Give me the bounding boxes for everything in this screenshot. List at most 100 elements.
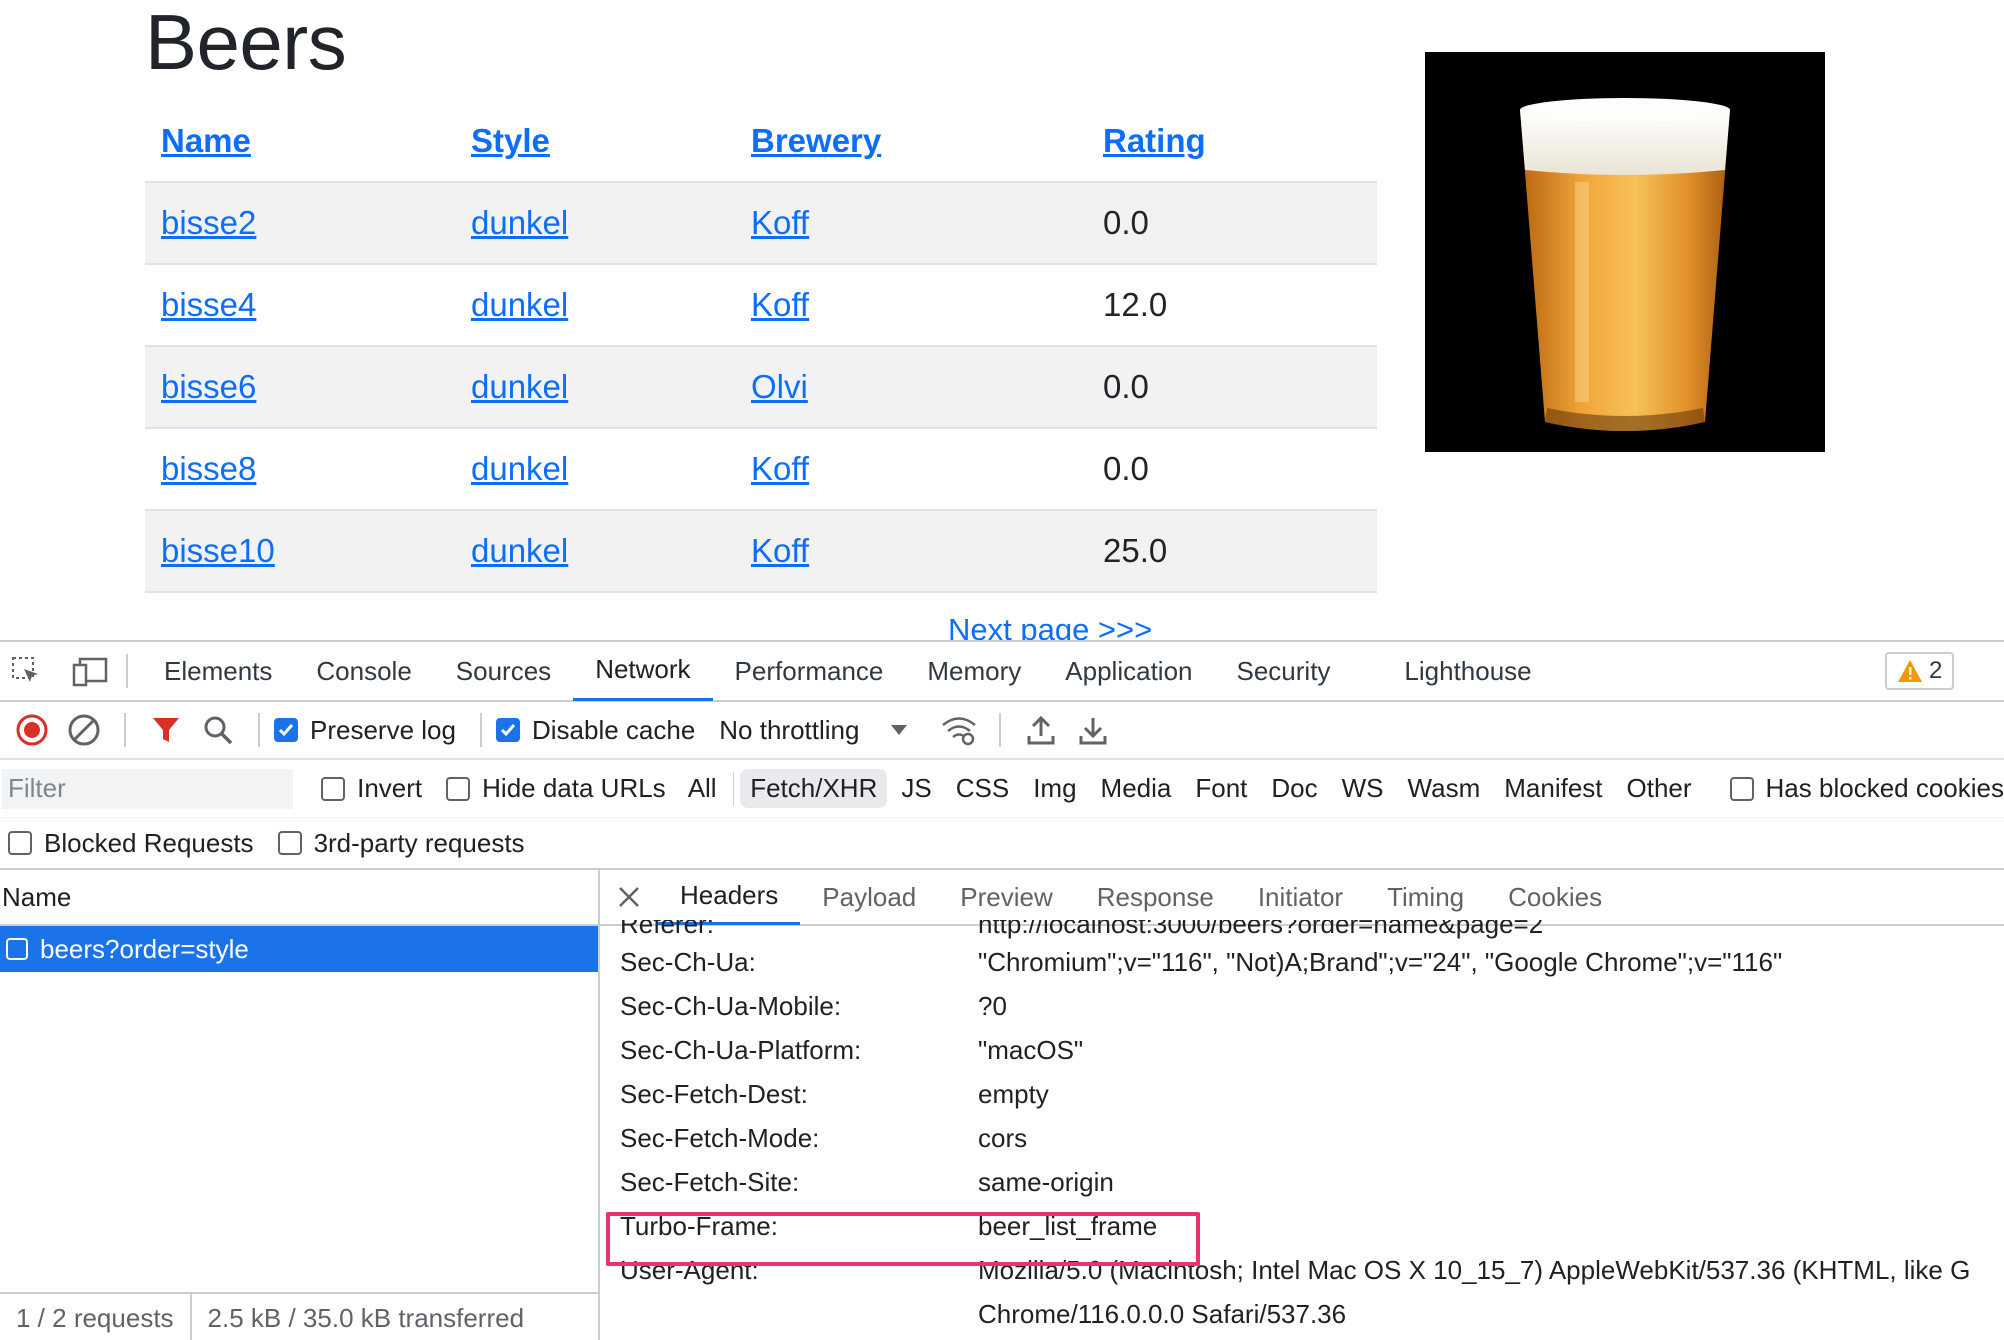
has-blocked-cookies-label: Has blocked cookies xyxy=(1765,773,2004,803)
brewery-link[interactable]: Olvi xyxy=(751,368,808,405)
beer-style-link[interactable]: dunkel xyxy=(471,532,568,569)
checkbox-unchecked[interactable] xyxy=(446,776,471,801)
tab-headers[interactable]: Headers xyxy=(658,870,801,925)
tab-memory[interactable]: Memory xyxy=(905,641,1043,701)
brewery-link[interactable]: Koff xyxy=(751,532,809,569)
beer-rating: 0.0 xyxy=(1087,346,1377,429)
blocked-requests-checkbox[interactable]: Blocked Requests xyxy=(8,828,254,859)
beer-name-link[interactable]: bisse2 xyxy=(161,204,256,241)
checkbox-unchecked[interactable] xyxy=(1729,776,1754,801)
invert-label: Invert xyxy=(357,773,423,803)
header-row: Referer: http://localhost:3000/beers?ord… xyxy=(600,920,2004,940)
import-har-icon[interactable] xyxy=(1015,704,1067,756)
checkbox-checked[interactable] xyxy=(495,718,520,742)
close-icon[interactable] xyxy=(600,870,658,925)
inspect-element-icon[interactable] xyxy=(4,649,48,693)
hide-data-urls-checkbox[interactable]: Hide data URLs xyxy=(446,773,666,804)
sort-by-name-link[interactable]: Name xyxy=(161,122,251,159)
tab-lighthouse[interactable]: Lighthouse xyxy=(1382,641,1553,701)
tab-console[interactable]: Console xyxy=(294,641,433,701)
next-page-link[interactable]: Next page >>> xyxy=(948,612,1152,640)
preserve-log-checkbox[interactable]: Preserve log xyxy=(274,715,456,746)
beer-name-link[interactable]: bisse4 xyxy=(161,286,256,323)
beer-rating: 25.0 xyxy=(1087,510,1377,593)
search-icon[interactable] xyxy=(192,704,244,756)
tab-sources[interactable]: Sources xyxy=(434,641,573,701)
toolbar-divider xyxy=(124,713,126,747)
has-blocked-cookies-checkbox[interactable]: Has blocked cookies xyxy=(1729,773,2004,804)
disable-cache-checkbox[interactable]: Disable cache xyxy=(495,715,695,746)
beer-style-link[interactable]: dunkel xyxy=(471,286,568,323)
type-filter-css[interactable]: CSS xyxy=(946,769,1019,808)
type-filter-all[interactable]: All xyxy=(678,769,727,808)
type-filter-other[interactable]: Other xyxy=(1617,769,1702,808)
tab-initiator[interactable]: Initiator xyxy=(1236,870,1365,925)
table-row: bisse8 dunkel Koff 0.0 xyxy=(145,428,1377,511)
brewery-link[interactable]: Koff xyxy=(751,286,809,323)
beer-name-link[interactable]: bisse6 xyxy=(161,368,256,405)
tab-security[interactable]: Security xyxy=(1215,641,1353,701)
header-row: Sec-Ch-Ua-Platform: "macOS" xyxy=(600,1028,2004,1072)
issues-badge[interactable]: 2 xyxy=(1885,652,1955,690)
type-filter-fetch-xhr[interactable]: Fetch/XHR xyxy=(740,769,888,808)
request-name: beers?order=style xyxy=(40,933,249,964)
type-filter-doc[interactable]: Doc xyxy=(1261,769,1327,808)
tab-application[interactable]: Application xyxy=(1043,641,1214,701)
beer-style-link[interactable]: dunkel xyxy=(471,368,568,405)
type-filter-img[interactable]: Img xyxy=(1023,769,1086,808)
header-row: User-Agent: Mozilla/5.0 (Macintosh; Inte… xyxy=(600,1248,2004,1292)
type-filter-wasm[interactable]: Wasm xyxy=(1398,769,1491,808)
sort-by-rating-link[interactable]: Rating xyxy=(1103,122,1206,159)
tab-performance[interactable]: Performance xyxy=(713,641,906,701)
tab-elements[interactable]: Elements xyxy=(142,641,294,701)
beer-name-link[interactable]: bisse8 xyxy=(161,450,256,487)
export-har-icon[interactable] xyxy=(1067,704,1119,756)
checkbox-unchecked[interactable] xyxy=(8,831,32,855)
table-row: bisse6 dunkel Olvi 0.0 xyxy=(145,346,1377,429)
request-row-selected[interactable]: beers?order=style xyxy=(0,926,598,972)
toolbar-divider xyxy=(479,713,482,747)
tab-timing[interactable]: Timing xyxy=(1365,870,1486,925)
record-stop-icon[interactable] xyxy=(6,704,58,756)
invert-checkbox[interactable]: Invert xyxy=(321,773,422,804)
clear-icon[interactable] xyxy=(58,704,110,756)
request-detail-pane: Headers Payload Preview Response Initiat… xyxy=(600,870,2004,1340)
checkbox-unchecked[interactable] xyxy=(277,831,302,855)
filter-input[interactable]: Filter xyxy=(2,768,294,809)
header-value: cors xyxy=(978,1122,1028,1153)
header-key: Sec-Ch-Ua: xyxy=(620,946,756,977)
checkbox-checked[interactable] xyxy=(274,718,298,742)
document-icon xyxy=(6,938,28,960)
type-filter-manifest[interactable]: Manifest xyxy=(1494,769,1612,808)
sort-by-brewery-link[interactable]: Brewery xyxy=(751,122,881,159)
beer-style-link[interactable]: dunkel xyxy=(471,450,568,487)
beer-style-link[interactable]: dunkel xyxy=(471,204,568,241)
tab-response[interactable]: Response xyxy=(1075,870,1236,925)
third-party-requests-checkbox[interactable]: 3rd-party requests xyxy=(277,828,525,859)
table-header-row: Name Style Brewery Rating xyxy=(145,100,1377,183)
hide-data-urls-label: Hide data URLs xyxy=(482,773,666,803)
network-conditions-icon[interactable] xyxy=(933,704,985,756)
beer-name-link[interactable]: bisse10 xyxy=(161,532,275,569)
brewery-link[interactable]: Koff xyxy=(751,204,809,241)
sort-by-style-link[interactable]: Style xyxy=(471,122,550,159)
tab-payload[interactable]: Payload xyxy=(800,870,938,925)
filter-icon[interactable] xyxy=(140,704,192,756)
header-key: Referer: xyxy=(620,920,714,939)
tab-preview[interactable]: Preview xyxy=(938,870,1074,925)
header-key: Sec-Ch-Ua-Platform: xyxy=(620,1034,862,1065)
type-filter-font[interactable]: Font xyxy=(1185,769,1257,808)
tab-cookies[interactable]: Cookies xyxy=(1486,870,1624,925)
request-list-header[interactable]: Name xyxy=(0,870,598,926)
throttling-select[interactable]: No throttling xyxy=(719,715,909,746)
checkbox-unchecked[interactable] xyxy=(321,776,346,801)
type-filter-media[interactable]: Media xyxy=(1091,769,1182,808)
header-row-continuation: Chrome/116.0.0.0 Safari/537.36 xyxy=(600,1292,2004,1336)
toolbar-divider xyxy=(258,713,260,747)
header-key: Sec-Fetch-Site: xyxy=(620,1166,800,1197)
brewery-link[interactable]: Koff xyxy=(751,450,809,487)
type-filter-js[interactable]: JS xyxy=(891,769,941,808)
type-filter-ws[interactable]: WS xyxy=(1332,769,1394,808)
device-toolbar-icon[interactable] xyxy=(68,649,112,693)
tab-network[interactable]: Network xyxy=(573,641,713,701)
